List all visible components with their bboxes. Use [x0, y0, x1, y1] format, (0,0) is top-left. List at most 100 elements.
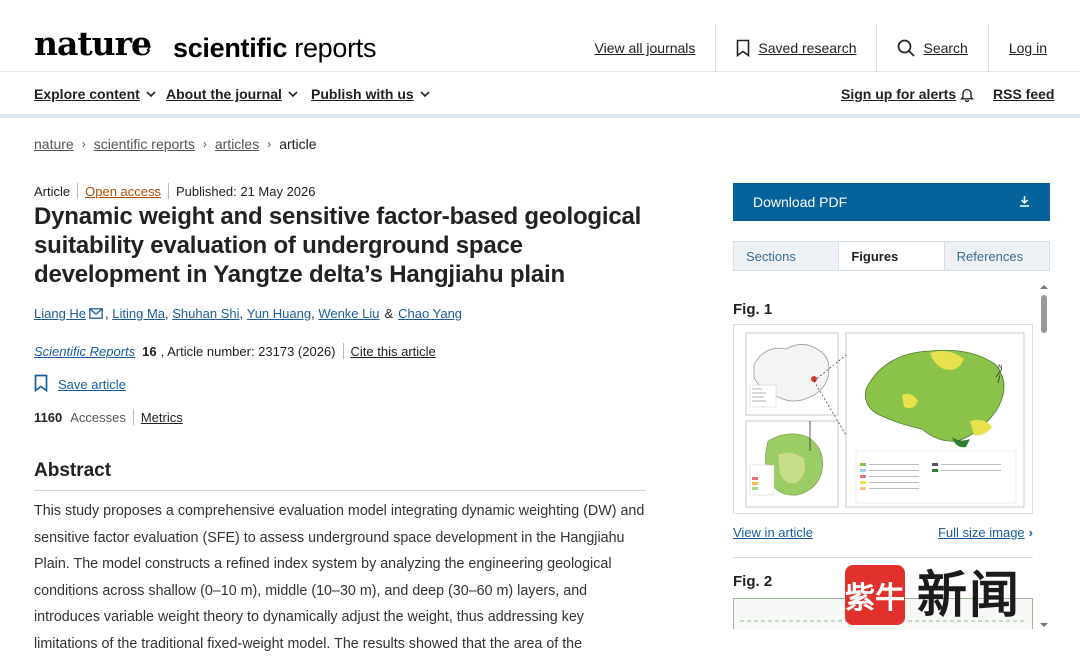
article-meta: Article Open access Published: 21 May 20… [34, 183, 315, 199]
figure-divider [733, 557, 1033, 558]
author-link[interactable]: Wenke Liu [318, 306, 379, 321]
published-date: Published: 21 May 2026 [176, 183, 316, 199]
breadcrumb-chevron-icon: › [81, 137, 86, 151]
figure-1-map-graphic: N [745, 332, 1025, 508]
divider [168, 183, 169, 199]
header-links: View all journals Saved research Search … [575, 24, 1080, 72]
metrics-row: 1160 Accesses Metrics [34, 409, 183, 425]
author-separator: , [105, 306, 113, 321]
chevron-down-icon [146, 90, 156, 98]
author-link[interactable]: Chao Yang [398, 306, 462, 321]
download-pdf-button[interactable]: Download PDF [733, 183, 1050, 221]
breadcrumb-current: article [279, 136, 317, 152]
tab-figures[interactable]: Figures [838, 242, 944, 270]
tab-sections[interactable]: Sections [734, 242, 839, 270]
nature-logo[interactable]: nature [34, 24, 152, 64]
article-title: Dynamic weight and sensitive factor-base… [34, 203, 642, 288]
author-link[interactable]: Liting Ma [112, 306, 165, 321]
sign-up-alerts-link[interactable]: Sign up for alerts [841, 86, 975, 102]
saved-research-link[interactable]: Saved research [715, 24, 876, 72]
save-article-link[interactable]: Save article [58, 377, 126, 392]
saved-research-label: Saved research [758, 40, 857, 56]
bell-icon [960, 87, 975, 102]
search-icon [897, 39, 916, 57]
logo-sr-bold: scientific [173, 33, 288, 63]
download-pdf-label: Download PDF [753, 194, 848, 210]
sidebar-tabs: Sections Figures References [733, 241, 1050, 271]
watermark-text: 新闻 [917, 565, 1021, 624]
figure-1-thumbnail[interactable]: N [733, 324, 1033, 514]
view-all-journals-label: View all journals [594, 40, 696, 56]
rss-feed-label: RSS feed [993, 86, 1055, 102]
scroll-up-arrow-icon[interactable] [1038, 283, 1050, 291]
about-journal-menu[interactable]: About the journal [166, 86, 298, 102]
explore-content-menu[interactable]: Explore content [34, 86, 156, 102]
scrollbar-thumb[interactable] [1041, 295, 1047, 333]
author-separator: , [311, 306, 319, 321]
figure-1-links: View in article Full size image › [733, 525, 1033, 540]
citation-row: Scientific Reports 16 , Article number: … [34, 343, 436, 359]
log-in-link[interactable]: Log in [987, 24, 1080, 72]
article-number: , Article number: 23173 (2026) [160, 343, 336, 359]
full-size-image-wrap: Full size image › [938, 525, 1033, 540]
breadcrumb-chevron-icon: › [202, 137, 207, 151]
breadcrumb-scientific-reports[interactable]: scientific reports [94, 136, 195, 152]
publish-with-us-menu[interactable]: Publish with us [311, 86, 430, 102]
cite-article-link[interactable]: Cite this article [351, 344, 436, 359]
metrics-link[interactable]: Metrics [141, 410, 183, 425]
full-size-image-link[interactable]: Full size image [938, 525, 1025, 540]
volume-number: 16 [142, 343, 157, 359]
abstract-text: This study proposes a comprehensive eval… [34, 503, 645, 652]
open-access-link[interactable]: Open access [85, 184, 161, 199]
bookmark-icon [736, 39, 750, 57]
chevron-right-icon: › [1028, 525, 1033, 540]
view-in-article-link[interactable]: View in article [733, 525, 813, 540]
divider [77, 183, 79, 199]
email-icon[interactable] [89, 308, 103, 319]
author-separator: , [239, 306, 247, 321]
journal-nav: Explore content About the journal Publis… [0, 72, 1080, 118]
logo-sr-light: reports [287, 33, 377, 63]
rss-feed-link[interactable]: RSS feed [993, 86, 1054, 102]
abstract-heading: Abstract [34, 460, 112, 481]
sign-up-alerts-label: Sign up for alerts [841, 86, 957, 102]
breadcrumb: nature › scientific reports › articles ›… [34, 136, 317, 152]
svg-text:N: N [998, 364, 1003, 371]
journal-name-link[interactable]: Scientific Reports [34, 344, 135, 359]
breadcrumb-chevron-icon: › [267, 137, 272, 151]
publish-with-us-label: Publish with us [311, 86, 414, 102]
author-separator: , [165, 306, 173, 321]
bookmark-icon[interactable] [34, 374, 48, 395]
save-article-row: Save article [34, 374, 126, 395]
author-link[interactable]: Shuhan Shi [172, 306, 239, 321]
download-icon [1019, 194, 1030, 210]
search-link[interactable]: Search [876, 24, 987, 72]
log-in-label: Log in [1008, 40, 1047, 56]
chevron-down-icon [288, 90, 298, 98]
view-all-journals-link[interactable]: View all journals [575, 24, 716, 72]
author-list: Liang He , Liting Ma, Shuhan Shi, Yun Hu… [34, 306, 462, 321]
author-link[interactable]: Liang He [34, 306, 86, 321]
divider [132, 409, 134, 425]
chevron-down-icon [420, 90, 430, 98]
site-header: nature › scientific reports View all jou… [0, 0, 1080, 72]
breadcrumb-nature[interactable]: nature [34, 136, 74, 152]
about-journal-label: About the journal [166, 86, 282, 102]
scientific-reports-logo[interactable]: scientific reports [173, 31, 376, 65]
accesses-label: Accesses [70, 409, 126, 425]
watermark-badge: 紫牛 [845, 565, 905, 625]
search-label: Search [923, 40, 968, 56]
breadcrumb-articles[interactable]: articles [215, 136, 259, 152]
sidebar-scrollbar[interactable] [1038, 283, 1050, 629]
news-watermark: 紫牛 新闻 [845, 564, 1021, 626]
tab-references[interactable]: References [943, 242, 1049, 270]
article-type: Article [34, 183, 71, 199]
abstract-divider [34, 490, 646, 491]
logo-chevron-icon: › [146, 38, 152, 55]
divider [342, 343, 344, 359]
author-and: & [384, 306, 394, 321]
author-link[interactable]: Yun Huang [247, 306, 311, 321]
accesses-count: 1160 [34, 409, 63, 425]
scroll-down-arrow-icon[interactable] [1038, 621, 1050, 629]
explore-content-label: Explore content [34, 86, 140, 102]
